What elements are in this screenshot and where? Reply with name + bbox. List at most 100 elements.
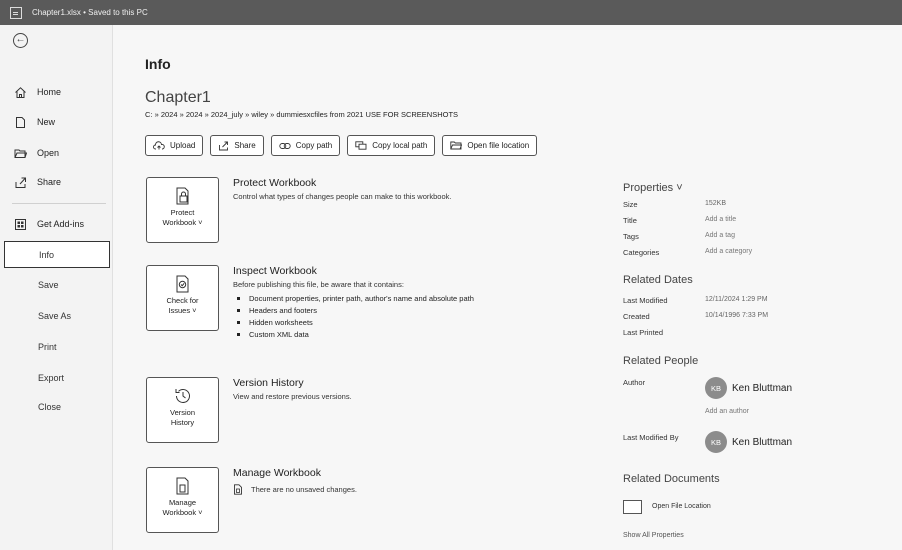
check-issues-tile-label-2: Issues ˅	[168, 306, 197, 315]
related-dates-heading: Related Dates	[623, 274, 693, 286]
protect-workbook-text: Protect Workbook Control what types of c…	[233, 177, 633, 201]
sidebar-divider	[12, 203, 106, 204]
title-label: Title	[623, 216, 637, 225]
back-arrow-icon[interactable]: ←	[13, 33, 28, 48]
inspect-bullet-list: Document properties, printer path, autho…	[233, 292, 633, 340]
sidebar-item-label: Close	[38, 402, 62, 412]
manage-tile-label-1: Manage	[168, 498, 197, 507]
file-path: C: » 2024 » 2024 » 2024_july » wiley » d…	[145, 110, 459, 119]
sidebar-item-share[interactable]: Share	[0, 170, 113, 194]
copy-local-path-icon	[355, 141, 367, 150]
version-history-text: Version History View and restore previou…	[233, 377, 633, 401]
protect-tile-label-2: Workbook ˅	[162, 218, 203, 227]
sidebar-item-label: New	[37, 117, 56, 127]
manage-workbook-title: Manage Workbook	[233, 467, 321, 479]
avatar: KB	[705, 431, 727, 453]
sidebar-item-label: Save As	[38, 311, 72, 321]
upload-button[interactable]: Upload	[145, 135, 204, 156]
categories-label: Categories	[623, 248, 660, 257]
author-label: Author	[623, 378, 646, 387]
share-icon	[13, 175, 27, 189]
list-item: Hidden worksheets	[233, 316, 633, 328]
check-for-issues-button[interactable]: Check for Issues ˅	[146, 265, 219, 331]
sidebar-item-info[interactable]: Info	[4, 241, 110, 268]
check-issues-tile-label-1: Check for	[166, 296, 199, 305]
protect-workbook-desc: Control what types of changes people can…	[233, 192, 452, 201]
info-pane: Info Chapter1 C: » 2024 » 2024 » 2024_ju…	[113, 25, 902, 550]
tags-value[interactable]: Add a tag	[705, 232, 735, 239]
manage-workbook-icon	[176, 477, 188, 495]
open-folder-icon	[13, 146, 27, 160]
categories-value[interactable]: Add a category	[705, 248, 752, 255]
new-file-icon	[13, 115, 27, 129]
share-icon	[218, 141, 229, 151]
show-all-properties-link[interactable]: Show All Properties	[623, 532, 684, 539]
sidebar-item-home[interactable]: Home	[0, 80, 113, 104]
backstage-sidebar: ← Home New Open Share Get Add-ins Info S…	[0, 25, 113, 550]
protect-workbook-title: Protect Workbook	[233, 177, 317, 189]
home-icon	[13, 85, 27, 99]
window-title: Chapter1.xlsx • Saved to this PC	[32, 8, 148, 17]
related-documents-heading: Related Documents	[623, 473, 720, 485]
version-tile-label-1: Version	[169, 408, 196, 417]
inspect-document-icon	[176, 275, 188, 293]
modifier-name[interactable]: Ken Bluttman	[732, 437, 792, 448]
author-name[interactable]: Ken Bluttman	[732, 383, 792, 394]
sidebar-item-open[interactable]: Open	[0, 141, 113, 165]
add-ins-icon	[13, 217, 27, 231]
version-history-title: Version History	[233, 377, 304, 389]
sidebar-item-get-add-ins[interactable]: Get Add-ins	[0, 212, 113, 236]
sidebar-item-save-as[interactable]: Save As	[0, 304, 113, 328]
sidebar-item-label: Info	[39, 249, 55, 260]
copy-path-button[interactable]: Copy path	[270, 135, 341, 156]
share-label: Share	[234, 141, 256, 150]
open-file-location-button[interactable]: Open file location	[442, 135, 538, 156]
version-history-button[interactable]: Version History	[146, 377, 219, 443]
list-item: Document properties, printer path, autho…	[233, 292, 633, 304]
manage-workbook-button[interactable]: Manage Workbook ˅	[146, 467, 219, 533]
folder-icon	[623, 500, 642, 514]
sidebar-item-export[interactable]: Export	[0, 366, 113, 390]
lock-document-icon	[176, 187, 188, 205]
link-icon	[279, 142, 291, 150]
sidebar-item-print[interactable]: Print	[0, 335, 113, 359]
list-item: Headers and footers	[233, 304, 633, 316]
copy-local-path-label: Copy local path	[372, 141, 428, 150]
document-icon	[234, 484, 242, 495]
size-value: 152KB	[705, 200, 727, 207]
sidebar-item-label: Get Add-ins	[37, 219, 85, 229]
upload-label: Upload	[170, 141, 196, 150]
sidebar-item-label: Print	[38, 342, 57, 352]
sidebar-item-label: Open	[37, 148, 60, 158]
open-file-location-link[interactable]: Open File Location	[652, 503, 711, 510]
inspect-workbook-title: Inspect Workbook	[233, 265, 317, 277]
inspect-workbook-text: Inspect Workbook Before publishing this …	[233, 265, 633, 340]
folder-icon	[450, 141, 463, 150]
page-title: Info	[145, 56, 171, 72]
protect-workbook-button[interactable]: Protect Workbook ˅	[146, 177, 219, 243]
last-modified-label: Last Modified	[623, 296, 668, 305]
sidebar-item-label: Save	[38, 280, 59, 290]
version-tile-label-2: History	[170, 418, 195, 427]
protect-tile-label-1: Protect	[170, 208, 195, 217]
sidebar-item-label: Export	[38, 373, 65, 383]
cloud-upload-icon	[153, 141, 165, 150]
manage-tile-label-2: Workbook ˅	[162, 508, 203, 517]
sidebar-item-label: Share	[37, 177, 62, 187]
manage-workbook-desc: There are no unsaved changes.	[251, 485, 357, 494]
sidebar-item-label: Home	[37, 87, 62, 97]
sidebar-item-close[interactable]: Close	[0, 395, 113, 419]
title-value[interactable]: Add a title	[705, 216, 736, 223]
created-label: Created	[623, 312, 650, 321]
share-button[interactable]: Share	[210, 135, 264, 156]
version-history-icon	[175, 389, 190, 403]
copy-local-path-button[interactable]: Copy local path	[347, 135, 436, 156]
sidebar-item-save[interactable]: Save	[0, 273, 113, 297]
properties-heading[interactable]: Properties ˅	[623, 182, 683, 194]
created-value: 10/14/1996 7:33 PM	[705, 312, 769, 319]
sidebar-item-new[interactable]: New	[0, 110, 113, 134]
tags-label: Tags	[623, 232, 639, 241]
add-author-link[interactable]: Add an author	[705, 408, 749, 415]
version-history-desc: View and restore previous versions.	[233, 392, 352, 401]
file-title: Chapter1	[145, 89, 211, 106]
